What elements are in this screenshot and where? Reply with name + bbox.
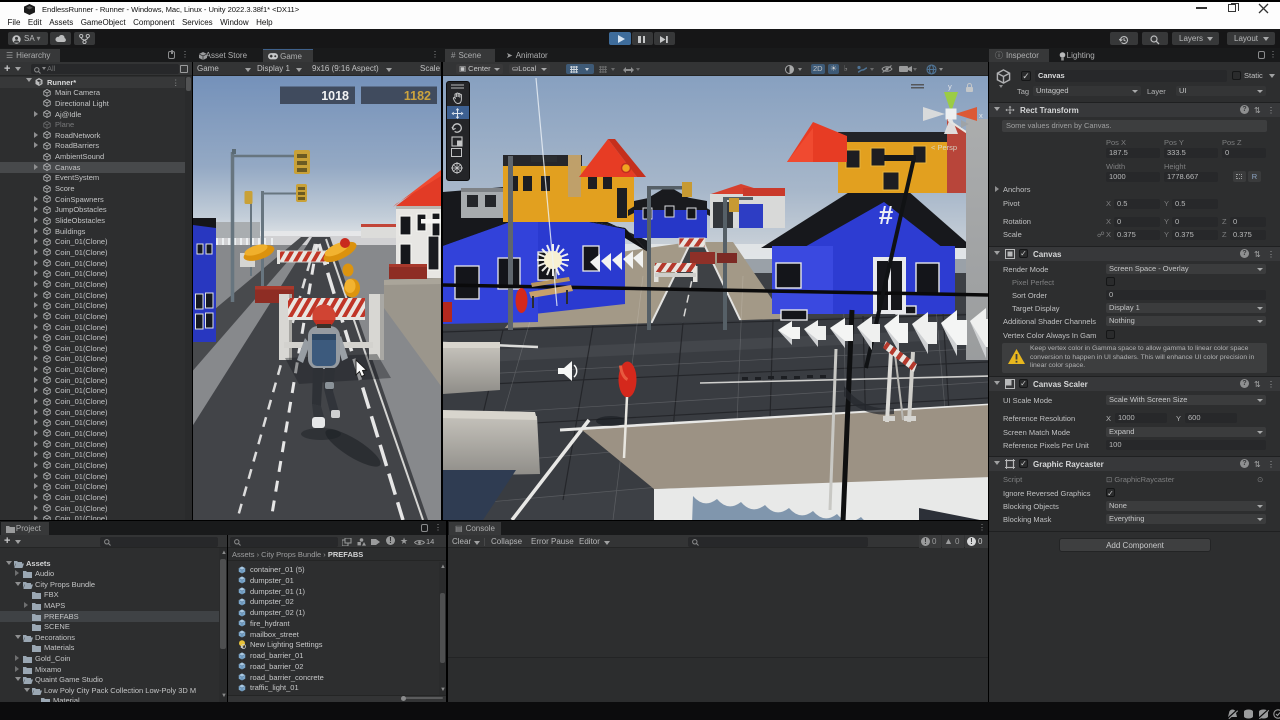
svg-text:< Persp: < Persp [931, 143, 957, 152]
svg-text:y: y [948, 82, 952, 91]
svg-text:#: # [879, 200, 894, 230]
svg-text:1182: 1182 [404, 89, 431, 103]
svg-text:x: x [979, 111, 983, 120]
svg-text:1018: 1018 [321, 89, 349, 103]
